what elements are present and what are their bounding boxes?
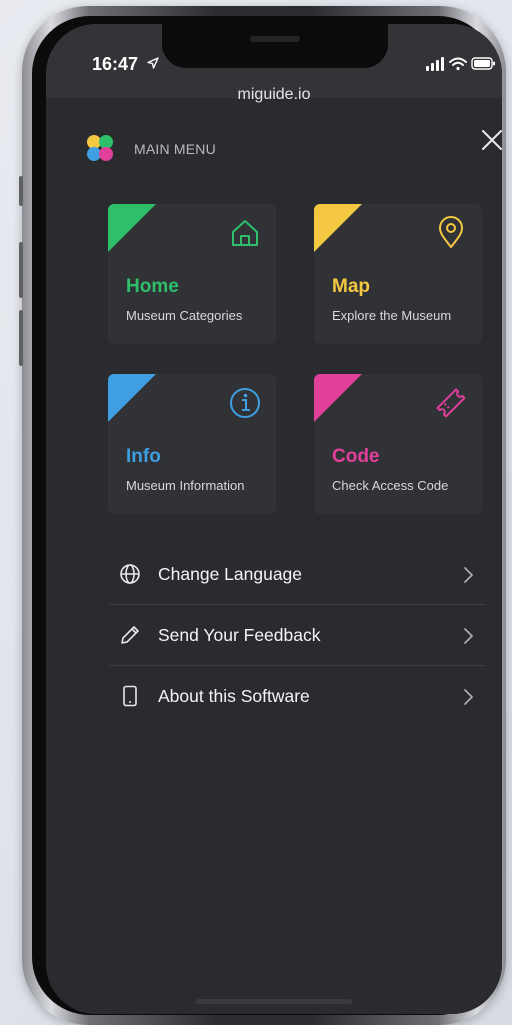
card-corner-accent [108,374,156,422]
menu-list: Change Language Send Your Feedback About… [109,544,485,726]
status-bar: 16:47 miguide.io [46,24,502,103]
card-corner-accent [314,204,362,252]
mobile-device-icon [123,685,137,707]
home-card[interactable]: Home Museum Categories [108,204,276,344]
app-logo-icon [87,135,113,161]
card-subtitle: Museum Information [126,478,245,493]
chevron-right-icon [464,567,473,583]
list-item-label: Send Your Feedback [158,625,321,645]
info-icon [230,388,260,418]
send-feedback-item[interactable]: Send Your Feedback [109,605,485,666]
status-icons [426,57,495,71]
chevron-right-icon [464,689,473,705]
card-title: Home [126,276,179,297]
notch [162,24,388,68]
location-arrow-icon [147,57,159,69]
about-software-item[interactable]: About this Software [109,666,485,726]
corner-triangle [314,374,362,422]
corner-triangle [314,204,362,252]
card-corner-accent [314,374,362,422]
main-menu-panel: MAIN MENU Home Museum Categories Map Exp… [46,112,502,1014]
volume-down-button [19,310,23,366]
phone-frame: 16:47 miguide.io MAIN MENU Home Museum C… [19,6,506,1025]
menu-header: MAIN MENU [84,132,484,164]
corner-triangle [108,204,156,252]
card-subtitle: Explore the Museum [332,308,452,323]
home-indicator[interactable] [196,999,352,1004]
list-item-label: About this Software [158,686,310,706]
card-subtitle: Museum Categories [126,308,243,323]
chevron-right-icon [464,628,473,644]
pencil-icon [121,626,139,644]
location-pin-icon [439,216,463,248]
card-title: Info [126,446,161,467]
volume-up-button [19,242,23,298]
cellular-signal-icon [426,57,444,71]
list-item-label: Change Language [158,564,303,584]
close-icon[interactable] [480,128,502,152]
menu-title: MAIN MENU [134,141,216,157]
card-subtitle: Check Access Code [332,478,449,493]
mute-switch [19,176,23,206]
globe-icon [120,564,140,584]
card-title: Map [332,276,370,297]
map-card[interactable]: Map Explore the Museum [314,204,482,344]
change-language-item[interactable]: Change Language [109,544,485,605]
info-card[interactable]: Info Museum Information [108,374,276,514]
card-title: Code [332,446,380,467]
address-bar[interactable]: miguide.io [46,80,502,110]
earpiece-speaker [250,36,300,42]
status-time: 16:47 [92,54,139,74]
phone-screen: 16:47 miguide.io MAIN MENU Home Museum C… [46,24,502,1014]
card-corner-accent [108,204,156,252]
wifi-icon [449,57,467,71]
code-card[interactable]: Code Check Access Code [314,374,482,514]
battery-icon [471,57,495,70]
ticket-icon [436,388,466,418]
home-icon [232,220,258,246]
corner-triangle [108,374,156,422]
